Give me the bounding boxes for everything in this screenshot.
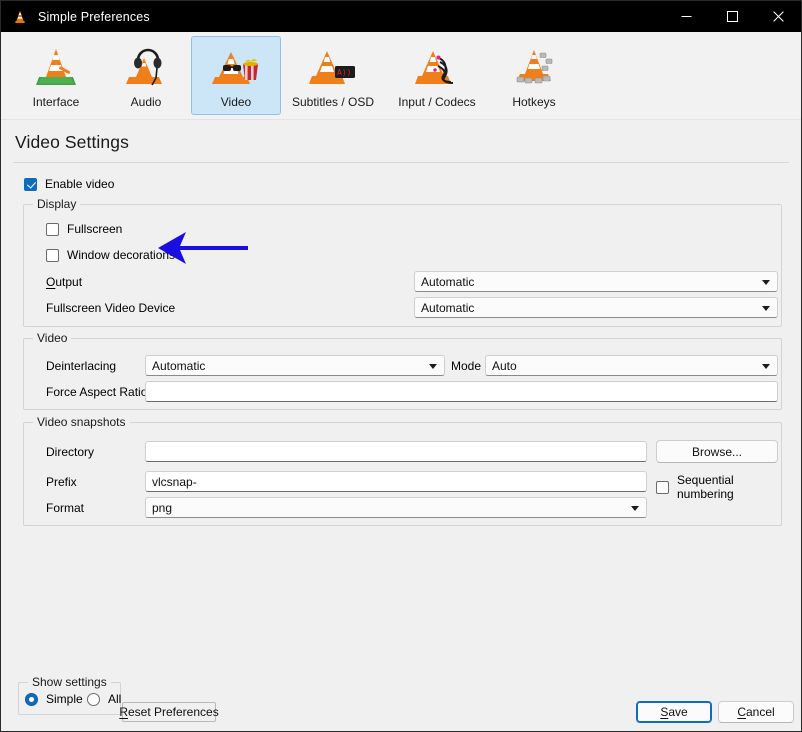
tab-label: Hotkeys xyxy=(512,95,555,109)
directory-label: Directory xyxy=(46,445,94,459)
category-toolbar: Interface Audio xyxy=(1,32,801,120)
tab-subtitles-osd[interactable]: A)) Subtitles / OSD xyxy=(281,36,385,115)
format-label: Format xyxy=(46,501,84,515)
enable-video-label: Enable video xyxy=(45,177,114,191)
fullscreen-checkbox[interactable] xyxy=(46,223,59,236)
prefix-label: Prefix xyxy=(46,475,77,489)
tab-interface[interactable]: Interface xyxy=(11,36,101,115)
tab-label: Audio xyxy=(131,95,162,109)
deinterlacing-value: Automatic xyxy=(152,359,205,373)
deinterlacing-combo[interactable]: Automatic xyxy=(145,355,445,376)
cancel-button[interactable]: Cancel xyxy=(718,701,794,723)
page-title: Video Settings xyxy=(15,132,789,153)
cancel-label: Cancel xyxy=(737,705,774,719)
tab-label: Interface xyxy=(33,95,80,109)
directory-input[interactable] xyxy=(145,441,647,462)
vlc-subtitles-icon: A)) xyxy=(309,44,357,92)
chevron-down-icon xyxy=(762,364,770,369)
window-controls xyxy=(663,1,801,32)
vlc-interface-icon xyxy=(32,44,80,92)
prefix-value: vlcsnap- xyxy=(152,475,197,489)
display-group: Display Fullscreen Window decorations Ou… xyxy=(23,204,782,327)
close-icon[interactable] xyxy=(755,1,801,32)
show-settings-all-radio-row[interactable]: All xyxy=(87,692,121,706)
fullscreen-row[interactable]: Fullscreen xyxy=(46,222,122,236)
chevron-down-icon xyxy=(762,306,770,311)
show-settings-simple-radio-row[interactable]: Simple xyxy=(25,692,83,706)
force-aspect-ratio-label: Force Aspect Ratio xyxy=(46,385,147,399)
chevron-down-icon xyxy=(631,506,639,511)
mode-label: Mode xyxy=(451,359,481,373)
deinterlacing-label: Deinterlacing xyxy=(46,359,116,373)
show-settings-simple-radio[interactable] xyxy=(25,693,38,706)
format-combo[interactable]: png xyxy=(145,497,647,518)
vlc-hotkeys-icon xyxy=(510,44,558,92)
save-button[interactable]: Save xyxy=(636,701,712,723)
chevron-down-icon xyxy=(762,280,770,285)
window-decorations-row[interactable]: Window decorations xyxy=(46,248,175,262)
sequential-numbering-checkbox[interactable] xyxy=(656,481,669,494)
display-group-legend: Display xyxy=(33,197,80,211)
format-value: png xyxy=(152,501,172,515)
enable-video-row[interactable]: Enable video xyxy=(24,177,789,191)
force-aspect-ratio-input[interactable] xyxy=(145,381,778,402)
window-decorations-label: Window decorations xyxy=(67,248,175,262)
video-snapshots-group-legend: Video snapshots xyxy=(33,415,130,429)
chevron-down-icon xyxy=(429,364,437,369)
sequential-numbering-label: Sequential numbering xyxy=(677,473,781,501)
video-snapshots-group: Video snapshots Directory Browse... Pref… xyxy=(23,422,782,526)
minimize-icon[interactable] xyxy=(663,1,709,32)
window-title: Simple Preferences xyxy=(38,10,150,24)
output-combo[interactable]: Automatic xyxy=(414,271,778,292)
show-settings-all-label: All xyxy=(108,692,121,706)
output-label: Output xyxy=(46,275,82,289)
sequential-numbering-row[interactable]: Sequential numbering xyxy=(656,473,781,501)
tab-label: Video xyxy=(221,95,251,109)
reset-preferences-label: Reset Preferences xyxy=(119,705,218,719)
output-value: Automatic xyxy=(421,275,474,289)
show-settings-legend: Show settings xyxy=(28,675,111,689)
mode-value: Auto xyxy=(492,359,517,373)
simple-preferences-window: Simple Preferences xyxy=(0,0,802,732)
fullscreen-video-device-value: Automatic xyxy=(421,301,474,315)
svg-text:A)): A)) xyxy=(337,68,351,77)
title-bar: Simple Preferences xyxy=(1,1,801,32)
settings-content: Video Settings Enable video Display Full… xyxy=(1,132,801,526)
video-group: Video Deinterlacing Automatic Mode Auto … xyxy=(23,338,782,410)
browse-button[interactable]: Browse... xyxy=(656,440,778,463)
tab-label: Subtitles / OSD xyxy=(292,95,374,109)
video-group-legend: Video xyxy=(33,331,71,345)
tab-audio[interactable]: Audio xyxy=(101,36,191,115)
vlc-video-icon xyxy=(212,44,260,92)
fullscreen-video-device-label: Fullscreen Video Device xyxy=(46,301,175,315)
tab-label: Input / Codecs xyxy=(398,95,475,109)
maximize-icon[interactable] xyxy=(709,1,755,32)
vlc-audio-icon xyxy=(122,44,170,92)
mode-combo[interactable]: Auto xyxy=(485,355,778,376)
enable-video-checkbox[interactable] xyxy=(24,178,37,191)
reset-preferences-button[interactable]: Reset Preferences xyxy=(122,702,216,722)
show-settings-group: Show settings Simple All xyxy=(18,682,121,715)
show-settings-simple-label: Simple xyxy=(46,692,83,706)
fullscreen-label: Fullscreen xyxy=(67,222,122,236)
tab-hotkeys[interactable]: Hotkeys xyxy=(489,36,579,115)
tab-input-codecs[interactable]: Input / Codecs xyxy=(385,36,489,115)
vlc-cone-icon xyxy=(12,9,28,25)
save-label: Save xyxy=(660,705,687,719)
prefix-input[interactable]: vlcsnap- xyxy=(145,471,647,492)
show-settings-all-radio[interactable] xyxy=(87,693,100,706)
tab-video[interactable]: Video xyxy=(191,36,281,115)
title-divider xyxy=(13,162,789,163)
vlc-input-codecs-icon xyxy=(413,44,461,92)
fullscreen-video-device-combo[interactable]: Automatic xyxy=(414,297,778,318)
browse-label: Browse... xyxy=(692,445,742,459)
window-decorations-checkbox[interactable] xyxy=(46,249,59,262)
